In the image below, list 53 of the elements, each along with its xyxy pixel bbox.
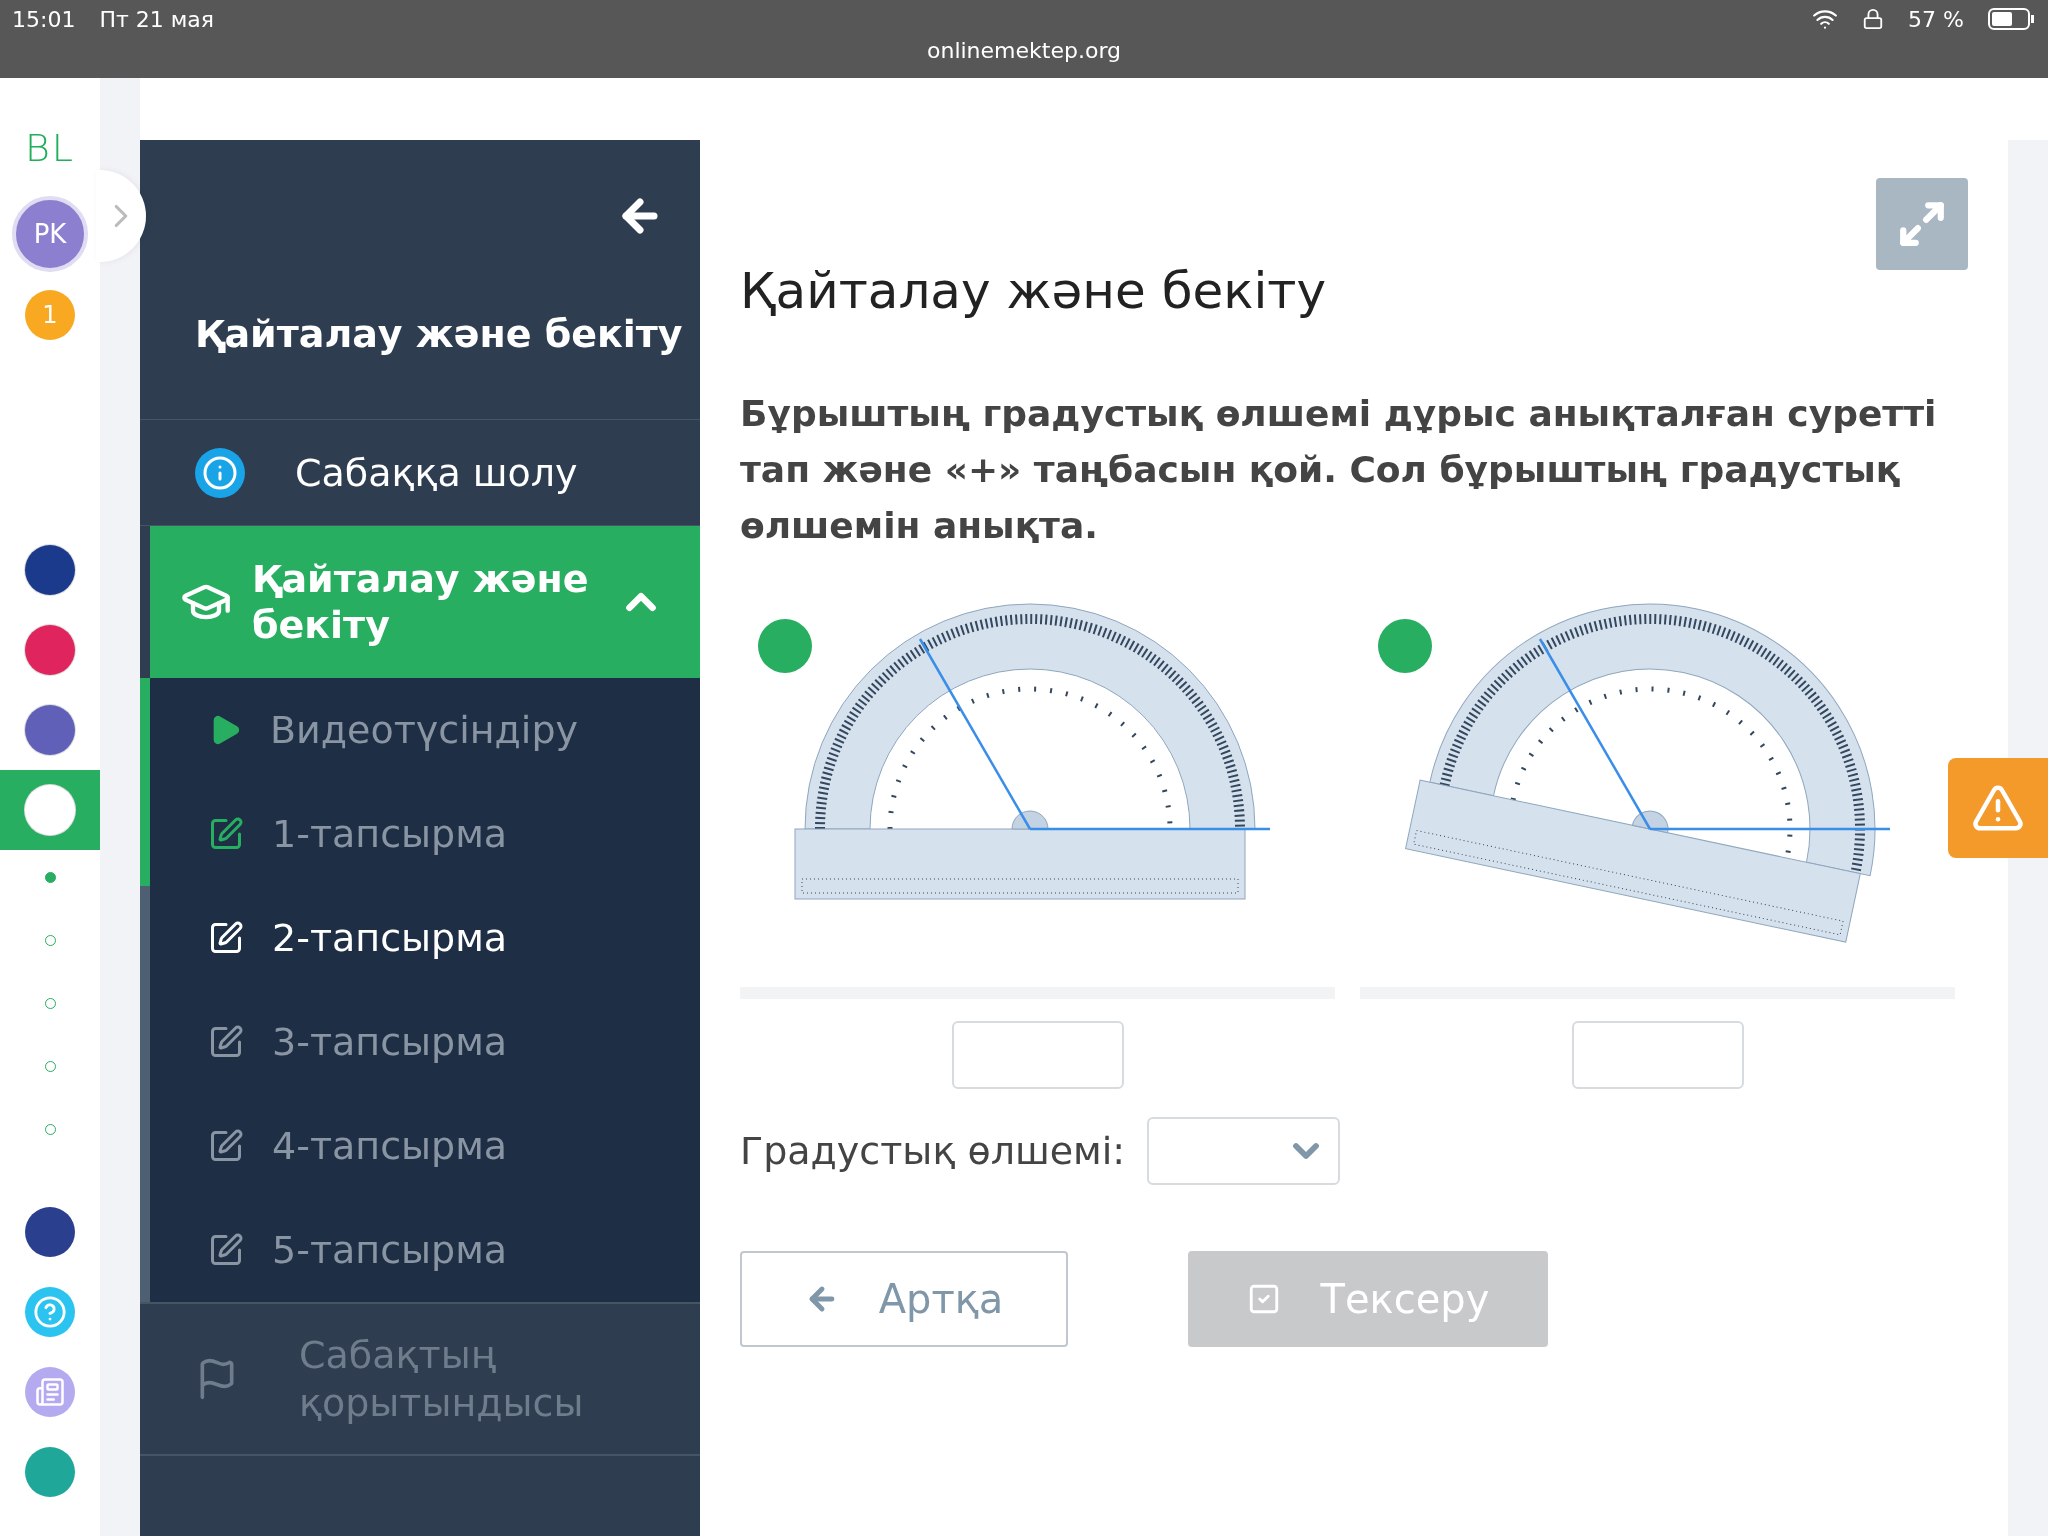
summary-label: Сабақтың қорытындысы [299, 1332, 579, 1427]
subitem-label: 3-тапсырма [272, 1020, 508, 1064]
edit-icon [208, 1232, 244, 1268]
sidebar-title: Қайталау және бекіту [195, 312, 684, 356]
battery-percent: 57 % [1908, 6, 1964, 32]
section-label: Қайталау және бекіту [252, 556, 590, 648]
answer-box[interactable] [1571, 1021, 1744, 1089]
subitem-label: 4-тапсырма [272, 1124, 508, 1168]
subitem-label: 2-тапсырма [272, 916, 508, 960]
page-title: Қайталау және бекіту [740, 262, 1327, 320]
back-button[interactable]: Артқа [740, 1251, 1068, 1347]
status-date: Пт 21 мая [99, 6, 215, 32]
edit-icon [208, 1128, 244, 1164]
sidebar-subitem[interactable]: 4-тапсырма [150, 1094, 700, 1198]
section-header[interactable]: Қайталау және бекіту [150, 526, 700, 678]
app-logo-icon[interactable] [25, 625, 75, 675]
rotation-lock-icon [1862, 8, 1885, 30]
app-logo-icon[interactable] [25, 1207, 75, 1257]
subitem-label: 1-тапсырма [272, 812, 508, 856]
address-url[interactable]: onlinemektep.org [927, 38, 1121, 63]
active-app-band[interactable] [0, 770, 100, 850]
clock-time: 15:01 [12, 6, 76, 32]
answer-label: Градустық өлшемі: [740, 1129, 1126, 1173]
step-dot[interactable] [44, 998, 56, 1009]
app-logo-icon[interactable] [25, 705, 75, 755]
expand-icon [1897, 199, 1947, 249]
report-problem-button[interactable] [1948, 758, 2048, 858]
sidebar-subitem[interactable]: 2-тапсырма [150, 886, 700, 990]
edit-icon [208, 1024, 244, 1060]
edit-icon [208, 816, 244, 852]
step-dot[interactable] [44, 935, 56, 946]
brand-logo[interactable]: BL [24, 126, 76, 170]
answer-box[interactable] [951, 1021, 1124, 1089]
overview-label: Сабаққа шолу [295, 450, 578, 495]
question-text: Бұрыштың градустық өлшемі дұрыс анықталған суретті тап және «+» таңбасын қой. Сол бұрыштың градустық өлшемін анықта. [740, 392, 1938, 548]
sidebar-subitem[interactable]: 3-тапсырма [150, 990, 700, 1094]
fullscreen-button[interactable] [1876, 178, 1968, 270]
app-logo-icon[interactable] [25, 545, 75, 595]
step-dot[interactable] [44, 1061, 56, 1072]
battery-icon [1988, 7, 2036, 31]
sidebar-subitem[interactable]: Видеотүсіндіру [150, 678, 700, 782]
help-icon[interactable] [25, 1287, 75, 1337]
sidebar-subitem[interactable]: 1-тапсырма [150, 782, 700, 886]
degree-select[interactable] [1147, 1117, 1341, 1185]
info-icon [195, 447, 245, 498]
news-icon[interactable] [25, 1367, 75, 1417]
sidebar-subitem[interactable]: 5-тапсырма [150, 1198, 700, 1302]
user-avatar[interactable]: PK [12, 196, 88, 272]
step-dot[interactable] [44, 872, 56, 883]
edit-icon [208, 920, 244, 956]
subitem-label: 5-тапсырма [272, 1228, 508, 1272]
subitem-label: Видеотүсіндіру [270, 708, 579, 752]
step-dot[interactable] [44, 1124, 56, 1135]
